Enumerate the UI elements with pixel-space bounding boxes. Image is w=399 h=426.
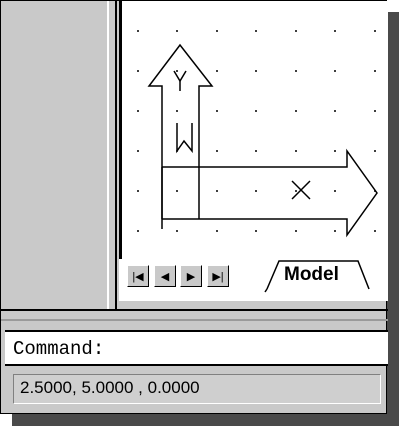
first-tab-button[interactable]: |◀	[127, 265, 149, 287]
ucs-w-glyph	[176, 123, 193, 154]
ucs-y-glyph	[173, 70, 187, 83]
last-tab-button[interactable]: ▶|	[207, 265, 229, 287]
prev-tab-button[interactable]: ◀	[154, 265, 176, 287]
grid-canvas	[137, 30, 378, 238]
tab-model-label: Model	[284, 264, 339, 285]
drawing-area[interactable]	[119, 1, 388, 297]
ucs-icon	[147, 43, 378, 238]
left-panel	[9, 1, 107, 304]
divider-mid	[1, 319, 388, 321]
autocad-window: |◀ ◀ ▶ ▶| Model Command: 2.5000, 5.0000 …	[0, 0, 388, 414]
next-icon: ▶	[186, 270, 196, 283]
grid-dots	[137, 30, 376, 232]
viewport-splitter[interactable]	[107, 1, 117, 311]
command-prompt: Command:	[13, 338, 105, 360]
divider-top	[1, 309, 388, 311]
next-tab-button[interactable]: ▶	[180, 265, 202, 287]
first-icon: |◀	[132, 270, 144, 283]
previous-icon: ◀	[160, 270, 170, 283]
coordinate-readout: 2.5000, 5.0000 , 0.0000	[20, 378, 200, 397]
last-icon: ▶|	[212, 270, 224, 283]
